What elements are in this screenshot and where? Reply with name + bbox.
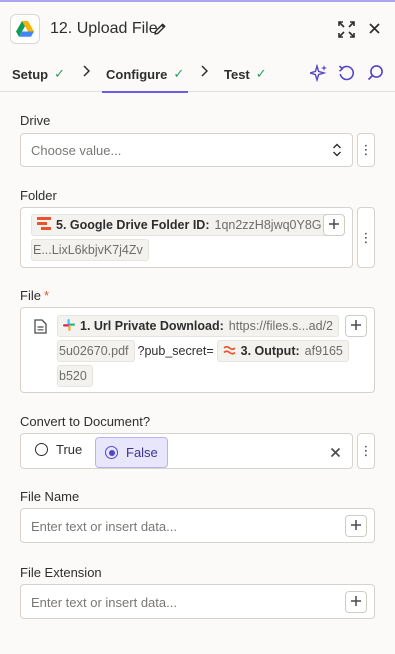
check-icon: ✓ xyxy=(54,66,66,81)
ai-sparkle-icon[interactable] xyxy=(307,63,328,85)
refresh-icon[interactable] xyxy=(338,64,355,85)
plus-icon xyxy=(350,319,362,334)
chevron-right-icon xyxy=(82,65,91,80)
kebab-icon: ⋮ xyxy=(359,142,373,157)
file-extension-label: File Extension xyxy=(20,565,102,580)
check-icon: ✓ xyxy=(173,66,185,81)
file-extension-insert-data-button[interactable] xyxy=(345,591,367,613)
file-url-line-2: 5u02670.pdf ?pub_secret= 3. Output: af91… xyxy=(57,340,349,362)
tab-configure-label: Configure xyxy=(106,66,168,82)
file-name-label: File Name xyxy=(20,489,80,504)
convert-more-menu[interactable]: ⋮ xyxy=(357,433,375,469)
expand-icon[interactable] xyxy=(338,21,355,41)
drive-select[interactable]: Choose value... xyxy=(20,133,353,167)
file-input[interactable]: 1. Url Private Download: https://files.s… xyxy=(20,307,375,393)
file-url-pill[interactable]: 1. Url Private Download: https://files.s… xyxy=(57,315,339,337)
radio-true[interactable]: True xyxy=(35,442,82,457)
file-name-insert-data-button[interactable] xyxy=(345,515,367,537)
file-name-placeholder: Enter text or insert data... xyxy=(31,519,177,534)
kebab-icon: ⋮ xyxy=(359,229,373,245)
clear-icon[interactable] xyxy=(330,446,341,461)
plus-icon xyxy=(328,218,340,233)
drive-label: Drive xyxy=(20,113,51,128)
radio-false-label: False xyxy=(126,445,158,460)
kebab-icon: ⋮ xyxy=(359,443,373,458)
step-tabs: Setup ✓ Configure ✓ Test ✓ xyxy=(0,54,395,93)
file-insert-data-button[interactable] xyxy=(345,315,367,337)
chevron-right-icon xyxy=(200,65,209,80)
convert-radio-group: True False xyxy=(20,433,353,469)
pencil-icon[interactable] xyxy=(153,22,167,39)
drive-more-menu[interactable]: ⋮ xyxy=(357,133,375,167)
file-extension-input[interactable]: Enter text or insert data... xyxy=(20,584,375,619)
slack-icon xyxy=(63,318,75,334)
file-output-pill-label: 3. Output: xyxy=(240,344,300,358)
folder-pill-value: 1qn2zzH8jwq0Y8G xyxy=(214,218,322,232)
folder-pill-label: 5. Google Drive Folder ID: xyxy=(56,218,210,232)
folder-pill-value-cont: E...LixL6kbjvK7j4Zv xyxy=(33,243,143,257)
file-output-pill-value: af9165 xyxy=(304,344,343,358)
file-extension-placeholder: Enter text or insert data... xyxy=(31,595,177,610)
step-5-app-icon xyxy=(37,217,51,233)
file-label-text: File xyxy=(20,288,41,303)
file-url-pill-value: https://files.s...ad/2 xyxy=(228,319,333,333)
document-icon xyxy=(34,319,47,337)
folder-pill-continued: E...LixL6kbjvK7j4Zv xyxy=(31,239,149,261)
file-name-input[interactable]: Enter text or insert data... xyxy=(20,508,375,543)
file-output-pill-value-cont: b520 xyxy=(59,369,87,383)
required-marker: * xyxy=(43,288,50,303)
search-icon[interactable] xyxy=(367,64,384,84)
tab-test[interactable]: Test ✓ xyxy=(224,66,267,82)
close-icon[interactable] xyxy=(368,22,381,38)
radio-circle-icon xyxy=(35,443,48,456)
drive-placeholder: Choose value... xyxy=(31,143,122,158)
step-header: 12. Upload File xyxy=(0,2,395,54)
file-url-pill-value-cont: 5u02670.pdf xyxy=(59,344,129,358)
tab-configure[interactable]: Configure ✓ xyxy=(101,66,189,93)
check-icon: ✓ xyxy=(255,66,267,81)
file-output-line-3: b520 xyxy=(57,365,93,387)
tab-setup-label: Setup xyxy=(12,66,49,82)
file-query-text: ?pub_secret= xyxy=(137,344,214,358)
file-output-pill[interactable]: 3. Output: af9165 xyxy=(216,340,349,362)
folder-pill[interactable]: 5. Google Drive Folder ID: 1qn2zzH8jwq0Y… xyxy=(31,214,328,236)
radio-false[interactable]: False xyxy=(95,437,168,468)
formatter-icon xyxy=(223,344,236,358)
folder-insert-data-button[interactable] xyxy=(323,214,345,236)
file-url-pill-label: 1. Url Private Download: xyxy=(80,319,224,333)
step-title: 12. Upload File xyxy=(50,20,158,37)
file-label: File * xyxy=(20,288,49,303)
convert-label: Convert to Document? xyxy=(20,414,151,429)
plus-icon xyxy=(350,519,362,534)
tab-setup[interactable]: Setup ✓ xyxy=(12,66,65,82)
folder-label: Folder xyxy=(20,188,57,203)
radio-true-label: True xyxy=(56,442,83,457)
folder-more-menu[interactable]: ⋮ xyxy=(357,207,375,268)
radio-selected-icon xyxy=(105,446,118,459)
chevron-up-down-icon xyxy=(332,143,342,160)
google-drive-icon xyxy=(10,14,40,44)
folder-input[interactable]: 5. Google Drive Folder ID: 1qn2zzH8jwq0Y… xyxy=(20,207,353,268)
tab-test-label: Test xyxy=(224,66,250,82)
plus-icon xyxy=(350,595,362,610)
